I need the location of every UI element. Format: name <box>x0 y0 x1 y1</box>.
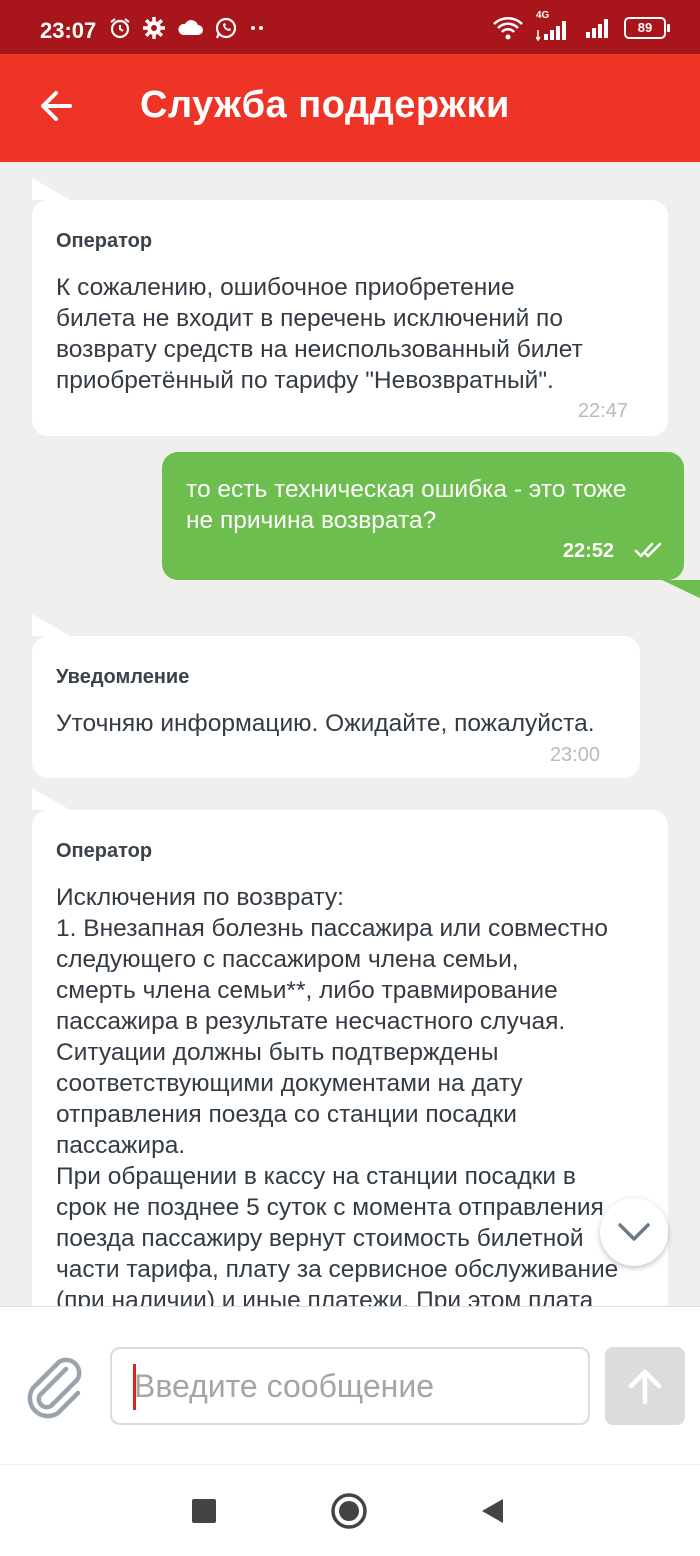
recents-button[interactable] <box>184 1491 224 1531</box>
message-sender: Оператор <box>56 230 153 252</box>
wifi-icon <box>493 17 523 40</box>
message-time: 22:47 <box>577 400 628 422</box>
bubble-tail <box>32 178 70 200</box>
battery-icon: 89 <box>624 17 670 39</box>
message-sender: Оператор <box>56 840 153 862</box>
message-incoming[interactable]: Уведомление Уточняю информацию. Ожидайте… <box>32 614 640 778</box>
app-bar: Служба поддержки <box>0 54 700 162</box>
cloud-icon <box>178 20 203 35</box>
back-button[interactable] <box>36 86 76 126</box>
more-dots-icon <box>251 26 263 30</box>
chevron-down-icon <box>618 1223 650 1241</box>
bubble-tail <box>32 614 70 636</box>
arrow-up-icon <box>628 1369 662 1405</box>
nav-back-button[interactable] <box>472 1491 512 1531</box>
page-title: Служба поддержки <box>140 84 510 126</box>
bubble-tail <box>32 788 70 810</box>
scroll-down-button[interactable] <box>600 1198 668 1266</box>
paperclip-icon <box>27 1357 82 1419</box>
signal-icon <box>536 21 566 42</box>
attach-button[interactable] <box>20 1351 92 1423</box>
message-text: Исключения по возврату: 1. Внезапная бол… <box>56 884 619 1306</box>
message-text: Уточняю информацию. Ожидайте, пожалуйста… <box>56 710 595 737</box>
bubble-tail <box>662 580 700 602</box>
double-check-icon <box>634 542 662 558</box>
message-input[interactable] <box>110 1347 590 1425</box>
signal-icon <box>586 19 608 38</box>
status-icons-left <box>108 16 268 40</box>
status-time: 23:07 <box>40 18 97 43</box>
battery-level: 89 <box>637 20 653 35</box>
system-nav-bar <box>0 1464 700 1556</box>
home-button[interactable] <box>329 1491 369 1531</box>
message-text: то есть техническая ошибка - это тоже не… <box>186 476 627 534</box>
message-outgoing[interactable]: то есть техническая ошибка - это тоже не… <box>162 452 700 602</box>
message-incoming[interactable]: Оператор К сожалению, ошибочное приобрет… <box>32 178 668 436</box>
send-button[interactable] <box>605 1347 685 1425</box>
arrow-left-icon <box>41 91 72 121</box>
message-text: К сожалению, ошибочное приобретение биле… <box>56 274 583 394</box>
recents-square-icon <box>192 1499 216 1523</box>
alarm-icon <box>110 18 130 39</box>
message-time: 23:00 <box>549 744 600 766</box>
signal-4g: 4G <box>536 10 572 42</box>
status-bar: 23:07 4G 89 <box>0 0 700 54</box>
back-triangle-icon <box>482 1499 503 1523</box>
home-circle-icon <box>331 1493 367 1529</box>
chat-messages[interactable]: Оператор К сожалению, ошибочное приобрет… <box>0 162 700 1306</box>
message-time: 22:52 <box>562 540 614 562</box>
settings-icon <box>143 17 165 39</box>
message-incoming[interactable]: Оператор Исключения по возврату: 1. Внез… <box>32 788 668 1306</box>
message-composer <box>0 1306 700 1464</box>
whatsapp-icon <box>215 17 237 39</box>
message-sender: Уведомление <box>56 666 190 688</box>
text-cursor <box>133 1364 136 1410</box>
status-icons-right: 4G 89 <box>492 10 670 42</box>
